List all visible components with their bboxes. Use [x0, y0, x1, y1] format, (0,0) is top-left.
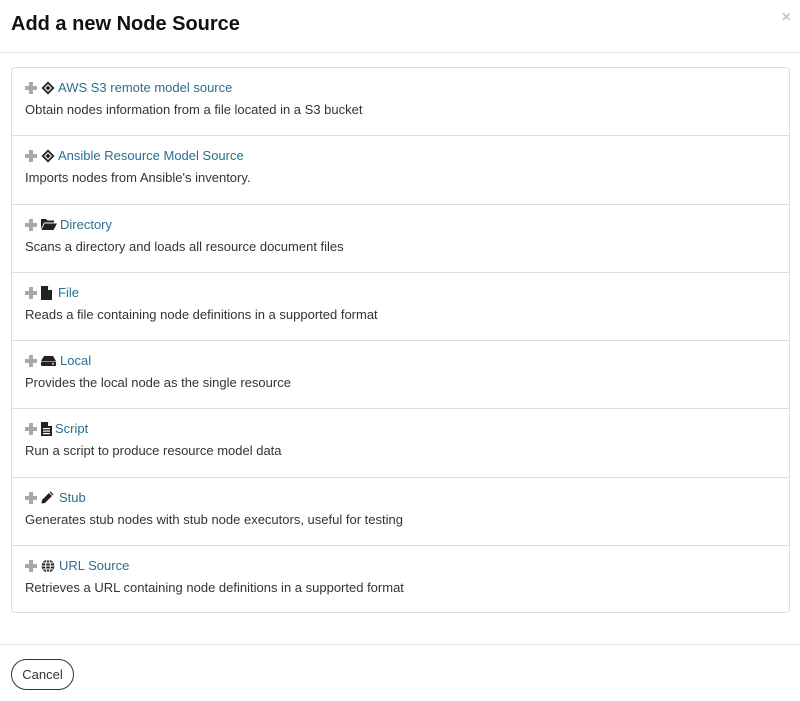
close-button[interactable]: × [782, 9, 791, 27]
modal-header: Add a new Node Source × [0, 0, 800, 53]
source-description: Scans a directory and loads all resource… [25, 238, 344, 254]
list-item-url-source[interactable]: URL Source Retrieves a URL containing no… [12, 546, 789, 612]
source-description: Retrieves a URL containing node definiti… [25, 579, 404, 595]
plus-icon [25, 491, 37, 504]
list-item-file[interactable]: File Reads a file containing node defini… [12, 273, 789, 341]
source-title[interactable]: URL Source [59, 557, 129, 575]
cancel-button[interactable]: Cancel [11, 659, 74, 690]
source-title[interactable]: Directory [60, 216, 112, 234]
hdd-icon [41, 355, 56, 367]
list-item-local[interactable]: Local Provides the local node as the sin… [12, 341, 789, 410]
source-description: Run a script to produce resource model d… [25, 443, 282, 459]
modal-title: Add a new Node Source [11, 13, 240, 35]
plus-icon [25, 355, 37, 367]
pencil-icon [41, 491, 54, 504]
globe-icon [41, 558, 55, 573]
source-description: Generates stub nodes with stub node exec… [25, 511, 403, 527]
source-description: Provides the local node as the single re… [25, 375, 291, 390]
list-item-aws-s3[interactable]: AWS S3 remote model source Obtain nodes … [12, 68, 789, 137]
plus-icon [25, 82, 37, 94]
list-item-ansible[interactable]: Ansible Resource Model Source Imports no… [12, 136, 789, 205]
folder-open-icon [41, 218, 57, 231]
source-title[interactable]: File [58, 284, 79, 302]
plus-icon [25, 286, 37, 299]
source-description: Obtain nodes information from a file loc… [25, 102, 363, 117]
list-item-stub[interactable]: Stub Generates stub nodes with stub node… [12, 478, 789, 546]
source-description: Reads a file containing node definitions… [25, 306, 378, 322]
list-item-directory[interactable]: Directory Scans a directory and loads al… [12, 205, 789, 273]
modal-footer: Cancel [0, 644, 800, 701]
file-icon [41, 285, 52, 300]
file-text-icon [41, 422, 52, 437]
source-title[interactable]: Ansible Resource Model Source [58, 147, 244, 165]
source-title[interactable]: Stub [59, 489, 86, 507]
source-title[interactable]: Script [55, 420, 88, 438]
list-item-script[interactable]: Script Run a script to produce resource … [12, 409, 789, 478]
source-title[interactable]: Local [60, 352, 91, 370]
plus-icon [25, 559, 37, 572]
plus-icon [25, 423, 37, 436]
source-title[interactable]: AWS S3 remote model source [58, 79, 232, 97]
plus-icon [25, 218, 37, 231]
node-source-list: AWS S3 remote model source Obtain nodes … [11, 67, 790, 613]
source-description: Imports nodes from Ansible's inventory. [25, 170, 251, 186]
plus-icon [25, 150, 37, 163]
diamond-icon [41, 149, 55, 163]
diamond-icon [41, 81, 55, 95]
